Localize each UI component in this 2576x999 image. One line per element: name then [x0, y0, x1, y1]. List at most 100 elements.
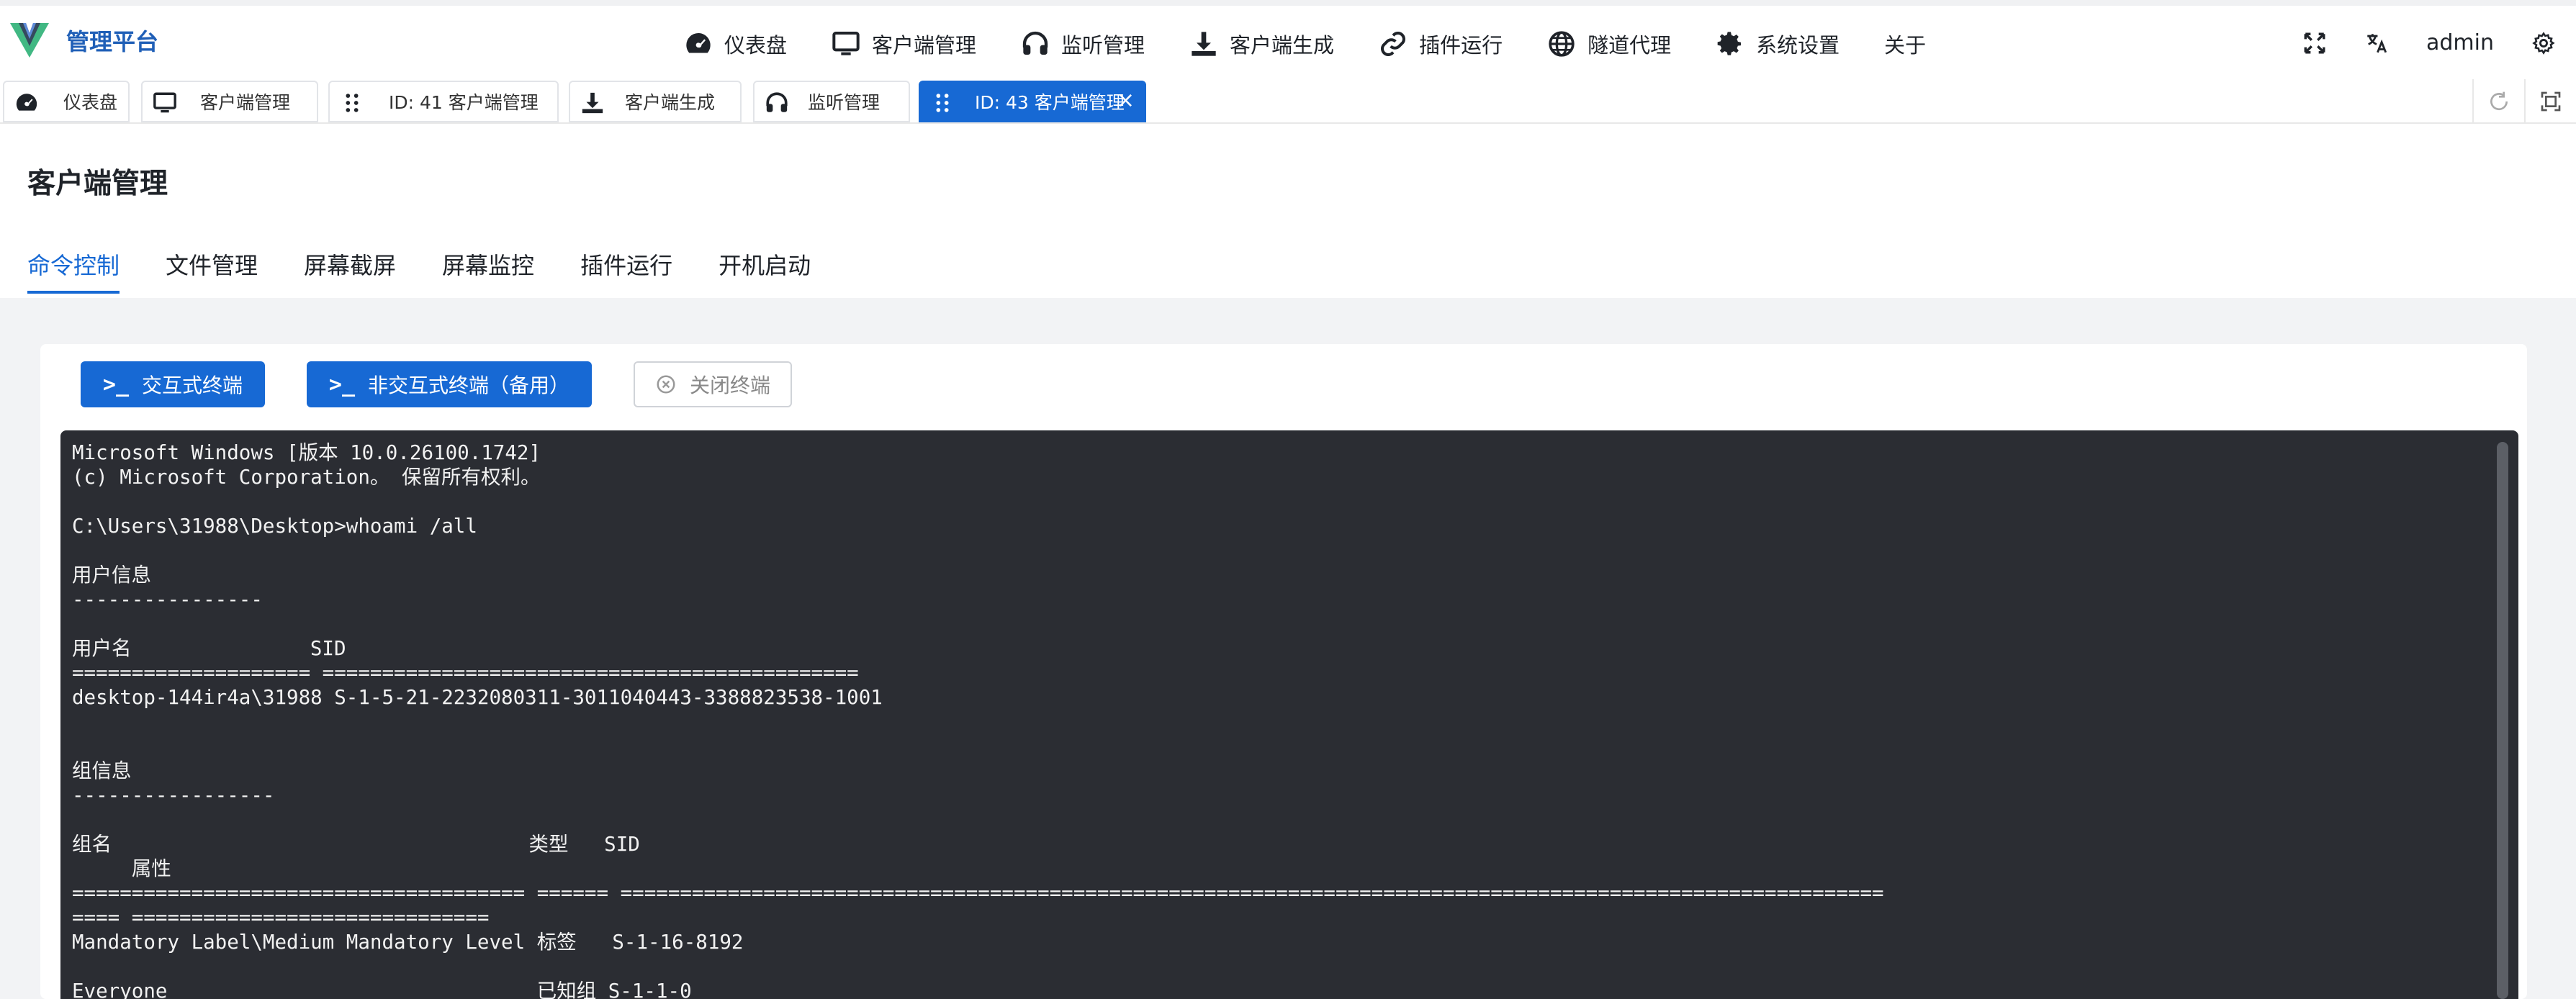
tab-client-generate[interactable]: 客户端生成 [569, 81, 742, 122]
nav-label: 仪表盘 [724, 33, 788, 58]
terminal-scrollbar[interactable] [2497, 442, 2508, 999]
terminal-toolbar: >_ 交互式终端 >_ 非交互式终端（备用） 关闭终端 [81, 361, 792, 407]
terminal-line: Everyone 已知组 S-1-1-0 [72, 980, 692, 999]
refresh-button[interactable] [2472, 79, 2524, 124]
subtab-screen-monitor[interactable]: 屏幕监控 [442, 248, 534, 294]
download-icon [1192, 32, 1216, 56]
terminal-line: ==== ============================== [72, 906, 490, 929]
tab-label: ID: 41 客户端管理 [389, 92, 539, 113]
close-tab-icon[interactable]: × [1117, 88, 1135, 113]
translate-icon[interactable] [2364, 31, 2389, 55]
settings-gear-icon[interactable] [2531, 31, 2556, 55]
nav-label: 客户端生成 [1230, 33, 1335, 58]
nav-label: 监听管理 [1061, 33, 1145, 58]
subtab-plugin-run[interactable]: 插件运行 [580, 248, 672, 294]
terminal-line: ====================================== =… [72, 882, 1884, 905]
tab-label: 客户端生成 [625, 92, 716, 113]
monitor-icon [153, 92, 176, 113]
tab-dashboard[interactable]: 仪表盘 [3, 81, 130, 122]
content-area: >_ 交互式终端 >_ 非交互式终端（备用） 关闭终端 Microsoft Wi… [0, 298, 2576, 999]
terminal-window[interactable]: Microsoft Windows [版本 10.0.26100.1742] (c… [60, 430, 2518, 999]
fullscreen-icon[interactable] [2302, 31, 2327, 55]
logo-icon [10, 23, 49, 58]
subtab-command-control[interactable]: 命令控制 [27, 248, 120, 294]
nav-item-plugins[interactable]: 插件运行 [1379, 29, 1503, 59]
terminal-line: C:\Users\31988\Desktop>whoami /all [72, 515, 477, 538]
monitor-icon [832, 32, 860, 55]
dashboard-icon [16, 94, 37, 111]
tab-client-41[interactable]: ID: 41 客户端管理 [328, 81, 559, 122]
terminal-line: 用户名 SID [72, 637, 346, 660]
nav-item-about[interactable]: 关于 [1884, 29, 1926, 59]
button-label: 关闭终端 [689, 374, 770, 397]
terminal-line: 组名 类型 SID [72, 833, 640, 856]
headphones-icon [1022, 31, 1048, 55]
interactive-terminal-button[interactable]: >_ 交互式终端 [81, 361, 265, 407]
nav-item-settings[interactable]: 系统设置 [1716, 29, 1839, 59]
download-icon [582, 92, 603, 114]
terminal-output: Microsoft Windows [版本 10.0.26100.1742] (c… [72, 440, 1884, 999]
nav-label: 插件运行 [1419, 33, 1503, 58]
headphones-icon [766, 92, 788, 112]
nav-label: 隧道代理 [1588, 33, 1672, 58]
open-tabs-bar: 仪表盘 客户端管理 ID: 41 客户端管理 客户端生成 监听管理 ID: 43… [0, 79, 2576, 124]
tab-clients[interactable]: 客户端管理 [141, 81, 318, 122]
nav-item-listeners[interactable]: 监听管理 [1021, 29, 1145, 59]
brand[interactable]: 管理平台 [9, 22, 158, 59]
terminal-line: Mandatory Label\Medium Mandatory Level 标… [72, 931, 744, 954]
link-icon [1381, 32, 1406, 56]
gear-icon [1717, 32, 1742, 55]
terminal-line: ----------------- [72, 784, 275, 807]
nav-label: 关于 [1884, 33, 1927, 58]
tab-label: 客户端管理 [200, 92, 291, 113]
nav-item-clients[interactable]: 客户端管理 [832, 29, 976, 59]
dashboard-icon [686, 33, 711, 53]
refresh-icon [2490, 91, 2508, 111]
terminal-line: Microsoft Windows [版本 10.0.26100.1742] [72, 441, 541, 464]
terminal-prompt-icon: >_ [102, 371, 130, 397]
terminal-line: (c) Microsoft Corporation。 保留所有权利。 [72, 466, 541, 489]
subtab-file-manager[interactable]: 文件管理 [166, 248, 258, 294]
page-title: 客户端管理 [27, 168, 168, 200]
tab-label: 监听管理 [808, 92, 881, 113]
maximize-button[interactable] [2524, 79, 2576, 124]
main-nav: 仪表盘 客户端管理 监听管理 客户端生成 插件运行 隧道代理 系统设置 关于 [684, 29, 1926, 59]
tab-client-43-active[interactable]: ID: 43 客户端管理 × [919, 81, 1146, 122]
grip-icon [346, 94, 359, 112]
nav-item-dashboard[interactable]: 仪表盘 [684, 29, 787, 59]
subtab-screenshot[interactable]: 屏幕截屏 [304, 248, 396, 294]
tabs-actions [2472, 79, 2576, 124]
globe-icon [1549, 31, 1575, 57]
close-terminal-button[interactable]: 关闭终端 [634, 361, 792, 407]
tab-label: 仪表盘 [63, 92, 118, 113]
terminal-card: >_ 交互式终端 >_ 非交互式终端（备用） 关闭终端 Microsoft Wi… [40, 344, 2527, 999]
terminal-line: 组信息 [72, 759, 132, 782]
terminal-line: ---------------- [72, 588, 263, 611]
nav-item-tunnel[interactable]: 隧道代理 [1547, 29, 1671, 59]
terminal-line: ==================== ===================… [72, 661, 859, 684]
button-label: 交互式终端 [142, 374, 243, 397]
terminal-prompt-icon: >_ [328, 371, 356, 397]
nav-label: 系统设置 [1756, 33, 1840, 58]
noninteractive-terminal-button[interactable]: >_ 非交互式终端（备用） [307, 361, 592, 407]
nav-label: 客户端管理 [872, 33, 977, 58]
terminal-line: desktop-144ir4a\31988 S-1-5-21-223208031… [72, 686, 883, 709]
page-header: 客户端管理 命令控制 文件管理 屏幕截屏 屏幕监控 插件运行 开机启动 [0, 124, 2576, 298]
user-name[interactable]: admin [2426, 30, 2494, 55]
tab-listeners[interactable]: 监听管理 [753, 81, 910, 122]
top-navbar: 管理平台 仪表盘 客户端管理 监听管理 客户端生成 插件运行 隧道代理 系统设置… [0, 0, 2576, 85]
brand-name: 管理平台 [66, 28, 159, 55]
tab-label: ID: 43 客户端管理 [975, 92, 1125, 113]
subtab-startup[interactable]: 开机启动 [719, 248, 811, 294]
maximize-icon [2541, 91, 2561, 112]
button-label: 非交互式终端（备用） [368, 374, 570, 397]
header-actions: admin [2302, 30, 2556, 55]
nav-item-client-generate[interactable]: 客户端生成 [1189, 29, 1334, 59]
sub-tabs: 命令控制 文件管理 屏幕截屏 屏幕监控 插件运行 开机启动 [27, 248, 811, 294]
